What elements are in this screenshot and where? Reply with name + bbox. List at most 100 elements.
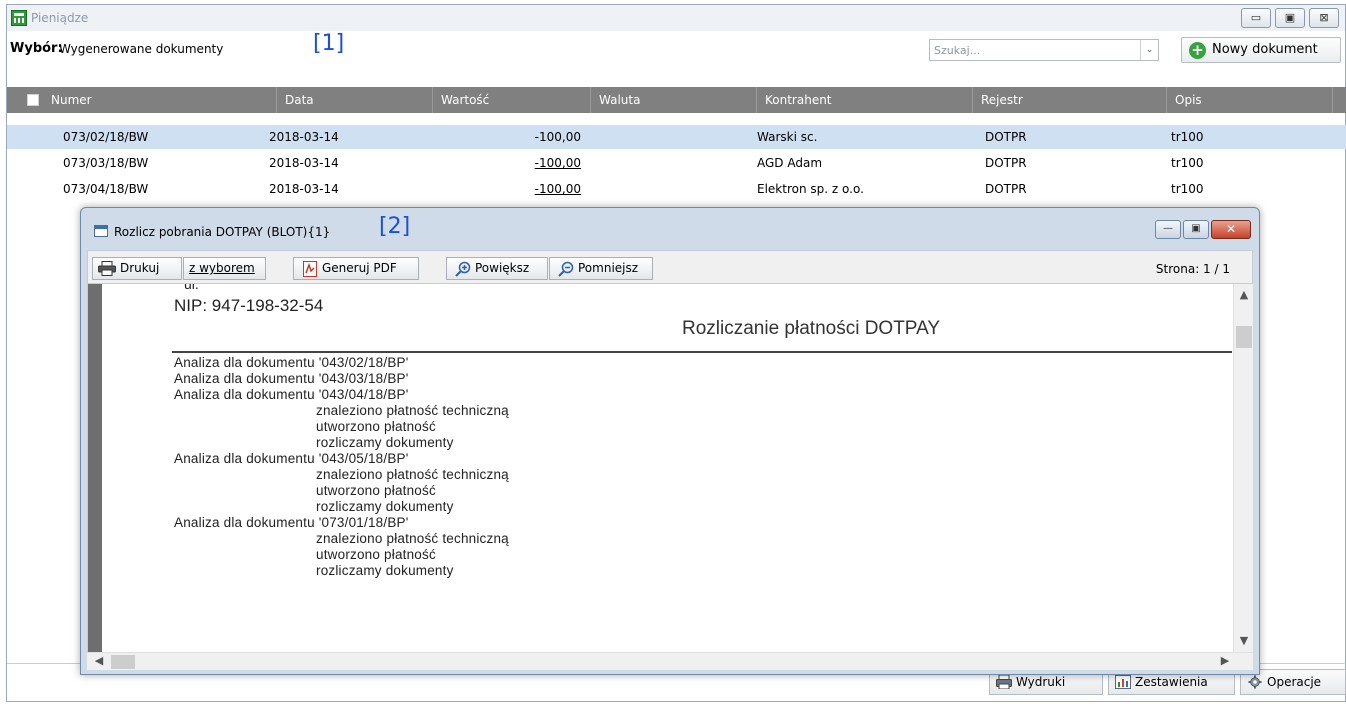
analysis-detail-line: znaleziono płatność techniczną [316, 531, 509, 546]
column-header-opis[interactable]: Opis [1167, 87, 1333, 113]
print-button[interactable]: Drukuj [92, 257, 182, 280]
report-window-controls: — ▣ ✕ [1155, 220, 1251, 239]
cell-data: 2018-03-14 [269, 130, 339, 144]
cell-data: 2018-03-14 [269, 156, 339, 170]
cell-wartosc[interactable]: -100,00 [477, 151, 581, 175]
zoom-out-icon [558, 261, 574, 277]
scroll-up-icon[interactable]: ▲ [1234, 288, 1253, 304]
column-header-numer[interactable]: Numer [43, 87, 277, 113]
cell-wartosc[interactable]: -100,00 [477, 177, 581, 201]
search-box[interactable]: ⌄ [929, 39, 1159, 61]
report-window: Rozlicz pobrania DOTPAY (BLOT){1} [2] — … [80, 207, 1260, 675]
print-label: Drukuj [120, 261, 160, 275]
analysis-detail-line: rozliczamy dokumenty [316, 435, 454, 450]
new-document-label: Nowy dokument [1212, 42, 1318, 57]
report-preview[interactable]: ul. NIP: 947-198-32-54 Rozliczanie płatn… [87, 284, 1253, 652]
table-row[interactable]: 073/04/18/BW 2018-03-14 -100,00 Elektron… [7, 177, 1346, 201]
title-rule [172, 351, 1232, 353]
generate-pdf-label: Generuj PDF [322, 261, 397, 275]
annotation-marker-1: [1] [313, 31, 345, 56]
filter-bar: Wybór: Wygenerowane dokumenty [1] ⌄ + No… [7, 31, 1345, 63]
select-all-checkbox[interactable] [27, 94, 39, 106]
cell-numer: 073/04/18/BW [63, 182, 149, 196]
scroll-left-icon[interactable]: ◀ [91, 654, 107, 670]
vertical-scrollbar[interactable]: ▲ ▼ [1233, 284, 1253, 652]
cell-opis: tr100 [1171, 156, 1204, 170]
horizontal-scrollbar[interactable]: ◀ ▶ [87, 652, 1253, 670]
printer-icon [98, 261, 116, 276]
analysis-line: Analiza dla dokumentu '043/04/18/BP' [174, 387, 409, 402]
analysis-detail-line: rozliczamy dokumenty [316, 499, 454, 514]
analysis-line: Analiza dla dokumentu '073/01/18/BP' [174, 515, 409, 530]
zoom-in-button[interactable]: Powiększ [446, 257, 548, 280]
column-header-waluta[interactable]: Waluta [591, 87, 757, 113]
reports-label: Zestawienia [1135, 675, 1208, 689]
cell-rejestr: DOTPR [985, 182, 1027, 196]
analysis-detail-line: rozliczamy dokumenty [316, 563, 454, 578]
report-toolbar: Drukuj z wyborem Generuj PDF Powiększ Po… [87, 250, 1253, 284]
analysis-line: Analiza dla dokumentu '043/02/18/BP' [174, 355, 409, 370]
new-document-button[interactable]: + Nowy dokument [1181, 37, 1341, 63]
generate-pdf-button[interactable]: Generuj PDF [293, 257, 419, 280]
filter-label: Wybór: [10, 41, 63, 56]
zoom-out-button[interactable]: Pomniejsz [549, 257, 653, 280]
nip-text: NIP: 947-198-32-54 [174, 296, 324, 315]
page-indicator: Strona: 1 / 1 [1155, 262, 1230, 276]
zoom-in-icon [455, 261, 471, 277]
operations-label: Operacje [1267, 675, 1322, 689]
minimize-button[interactable]: ▭ [1241, 8, 1271, 28]
cell-data: 2018-03-14 [269, 182, 339, 196]
column-header-wartosc[interactable]: Wartość [433, 87, 591, 113]
cell-opis: tr100 [1171, 182, 1204, 196]
column-header-data[interactable]: Data [277, 87, 433, 113]
report-minimize-button[interactable]: — [1155, 220, 1181, 239]
report-close-button[interactable]: ✕ [1211, 220, 1251, 239]
document-title: Rozliczanie płatności DOTPAY [682, 318, 941, 339]
chart-icon [1115, 675, 1131, 689]
report-window-title: Rozlicz pobrania DOTPAY (BLOT){1} [114, 225, 331, 239]
plus-icon: + [1189, 42, 1206, 59]
analysis-line: Analiza dla dokumentu '043/05/18/BP' [174, 451, 409, 466]
main-title-bar: Pieniądze ▭ ▣ ⊠ [7, 5, 1345, 31]
window-icon [94, 225, 108, 237]
window-controls: ▭ ▣ ⊠ [1241, 8, 1339, 28]
cell-opis: tr100 [1171, 130, 1204, 144]
analysis-detail-line: znaleziono płatność techniczną [316, 467, 509, 482]
table-row[interactable]: 073/02/18/BW 2018-03-14 -100,00 Warski s… [7, 125, 1346, 149]
cell-wartosc: -100,00 [534, 130, 581, 144]
maximize-button[interactable]: ▣ [1275, 8, 1305, 28]
search-input[interactable] [930, 40, 1130, 60]
annotation-marker-2: [2] [379, 214, 411, 239]
horizontal-scroll-thumb[interactable] [111, 655, 135, 669]
cell-rejestr: DOTPR [985, 156, 1027, 170]
filter-value[interactable]: Wygenerowane dokumenty [59, 42, 223, 56]
cell-kontrahent: Elektron sp. z o.o. [757, 182, 864, 196]
cell-kontrahent: Warski sc. [757, 130, 818, 144]
analysis-detail-line: utworzono płatność [316, 419, 436, 434]
table-row[interactable]: 073/03/18/BW 2018-03-14 -100,00 AGD Adam… [7, 151, 1346, 175]
cell-kontrahent: AGD Adam [757, 156, 823, 170]
analysis-detail-line: utworzono płatność [316, 547, 436, 562]
pdf-icon [303, 260, 317, 277]
close-button[interactable]: ⊠ [1309, 8, 1339, 28]
vertical-scroll-thumb[interactable] [1236, 326, 1252, 348]
search-dropdown-icon[interactable]: ⌄ [1140, 40, 1158, 60]
with-selection-label: z wyborem [189, 261, 255, 275]
analysis-detail-line: znaleziono płatność techniczną [316, 403, 509, 418]
cell-numer: 073/03/18/BW [63, 156, 149, 170]
page-margin-strip [88, 284, 102, 652]
cell-numer: 073/02/18/BW [63, 130, 149, 144]
cell-rejestr: DOTPR [985, 130, 1027, 144]
analysis-line: Analiza dla dokumentu '043/03/18/BP' [174, 371, 409, 386]
report-maximize-button[interactable]: ▣ [1183, 220, 1209, 239]
partial-address-line: ul. [184, 284, 199, 292]
analysis-detail-line: utworzono płatność [316, 483, 436, 498]
report-title-bar: Rozlicz pobrania DOTPAY (BLOT){1} [2] — … [81, 208, 1259, 246]
column-header-kontrahent[interactable]: Kontrahent [757, 87, 973, 113]
column-header-rejestr[interactable]: Rejestr [973, 87, 1167, 113]
printouts-label: Wydruki [1016, 675, 1066, 689]
print-with-selection-button[interactable]: z wyborem [183, 257, 266, 280]
scroll-right-icon[interactable]: ▶ [1217, 654, 1233, 670]
window-title: Pieniądze [31, 11, 89, 25]
scroll-down-icon[interactable]: ▼ [1234, 634, 1253, 650]
